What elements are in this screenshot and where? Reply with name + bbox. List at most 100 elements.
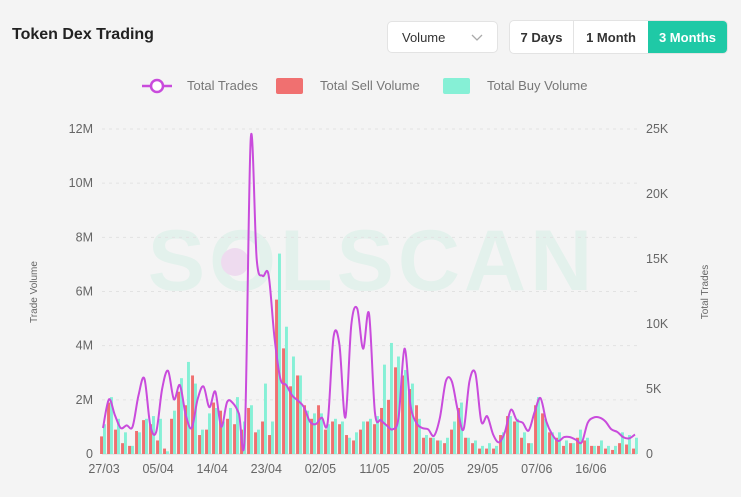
sell-volume-bar [170, 418, 173, 454]
y-axis-right-ticks: 0 5K 10K 15K 20K 25K [646, 122, 669, 461]
legend-trades-label: Total Trades [187, 78, 258, 93]
buy-volume-bar [432, 437, 435, 454]
sell-volume-bar [618, 443, 621, 454]
sell-volume-bar [191, 375, 194, 454]
sell-volume-bar [464, 437, 467, 454]
sell-volume-bar [135, 430, 138, 454]
buy-volume-bar [481, 445, 484, 454]
sell-volume-bar [471, 443, 474, 454]
x-tick-label: 20/05 [413, 462, 444, 476]
buy-volume-bar [439, 440, 442, 454]
watermark: SOLSCAN [148, 213, 596, 309]
x-tick-label: 11/05 [359, 462, 389, 476]
sell-volume-bar [233, 424, 236, 454]
sell-volume-bar [177, 391, 180, 454]
sell-volume-bar [415, 405, 418, 454]
buy-volume-bar [516, 418, 519, 454]
sell-volume-bar [212, 402, 215, 454]
sell-volume-bar [156, 440, 159, 454]
buy-volume-bar [383, 364, 386, 454]
buy-volume-bar [124, 432, 127, 454]
legend-sell-swatch [276, 78, 303, 94]
sell-volume-bar [443, 443, 446, 454]
buy-volume-bar [334, 418, 337, 454]
sell-volume-bar [513, 421, 516, 454]
buy-volume-bar [509, 416, 512, 454]
y-left-tick-label: 12M [69, 122, 93, 136]
sell-volume-bar [611, 449, 614, 454]
y-left-tick-label: 6M [76, 285, 93, 299]
buy-volume-bar [229, 407, 232, 454]
sell-volume-bar [359, 429, 362, 454]
y-left-tick-label: 10M [69, 176, 93, 190]
y-right-tick-label: 5K [646, 382, 662, 396]
sell-volume-bar [163, 448, 166, 454]
buy-volume-bar [299, 375, 302, 454]
sell-volume-bar [597, 445, 600, 454]
buy-volume-bar [103, 424, 106, 454]
sell-volume-bar [289, 386, 292, 454]
sell-volume-bar [100, 436, 103, 454]
sell-volume-bar [261, 421, 264, 454]
sell-volume-bar [380, 407, 383, 454]
sell-volume-bar [583, 440, 586, 454]
buy-volume-bar [285, 326, 288, 454]
x-axis-ticks: 27/03 05/04 14/04 23/04 02/05 11/05 20/05 29/05… [88, 462, 606, 476]
buy-volume-bar [390, 342, 393, 454]
x-tick-label: 05/04 [142, 462, 173, 476]
buy-volume-bar [131, 445, 134, 454]
buy-volume-bar [467, 437, 470, 454]
x-tick-label: 07/06 [521, 462, 552, 476]
buy-volume-bar [355, 432, 358, 454]
buy-volume-bar [257, 429, 260, 454]
sell-volume-bar [205, 429, 208, 454]
sell-volume-bar [331, 421, 334, 454]
y-axis-left-ticks: 0 2M 4M 6M 8M 10M 12M [69, 122, 93, 461]
sell-volume-bar [345, 435, 348, 454]
x-tick-label: 27/03 [88, 462, 119, 476]
buy-volume-bar [404, 370, 407, 454]
y-axis-left-title: Trade Volume [29, 261, 40, 323]
y-left-tick-label: 4M [76, 339, 93, 353]
buy-volume-bar [600, 440, 603, 454]
buy-volume-bar [173, 410, 176, 454]
sell-volume-bar [604, 448, 607, 454]
sell-volume-bar [548, 432, 551, 454]
sell-volume-bar [590, 445, 593, 454]
buy-volume-bar [348, 437, 351, 454]
y-left-tick-label: 8M [76, 230, 93, 244]
y-right-tick-label: 20K [646, 187, 669, 201]
buy-volume-bar [425, 435, 428, 454]
sell-volume-bar [338, 424, 341, 454]
sell-volume-bar [142, 420, 145, 454]
y-axis-right-title: Total Trades [700, 265, 711, 319]
y-left-tick-label: 0 [86, 447, 93, 461]
buy-volume-bar [271, 421, 274, 454]
legend: Total Trades Total Sell Volume Total Buy… [142, 78, 587, 94]
sell-volume-bar [478, 448, 481, 454]
x-tick-label: 29/05 [467, 462, 498, 476]
buy-volume-bar [523, 432, 526, 454]
sell-volume-bar [394, 367, 397, 454]
y-right-tick-label: 15K [646, 252, 669, 266]
buy-volume-bar [138, 432, 141, 454]
sell-volume-bar [422, 437, 425, 454]
y-right-tick-label: 0 [646, 447, 653, 461]
sell-volume-bar [429, 437, 432, 454]
sell-volume-bar [275, 299, 278, 454]
buy-volume-bar [278, 253, 281, 454]
legend-sell-label: Total Sell Volume [320, 78, 420, 93]
buy-volume-bar [201, 429, 204, 454]
buy-volume-bar [474, 440, 477, 454]
sell-volume-bar [520, 437, 523, 454]
sell-volume-bar [450, 429, 453, 454]
sell-volume-bar [121, 443, 124, 454]
buy-volume-bar [159, 418, 162, 454]
sell-volume-bar [254, 432, 257, 454]
buy-volume-bar [558, 432, 561, 454]
buy-volume-bar [327, 424, 330, 454]
buy-volume-bar [593, 445, 596, 454]
x-tick-label: 23/04 [251, 462, 282, 476]
buy-volume-bar [418, 418, 421, 454]
buy-volume-bar [495, 445, 498, 454]
